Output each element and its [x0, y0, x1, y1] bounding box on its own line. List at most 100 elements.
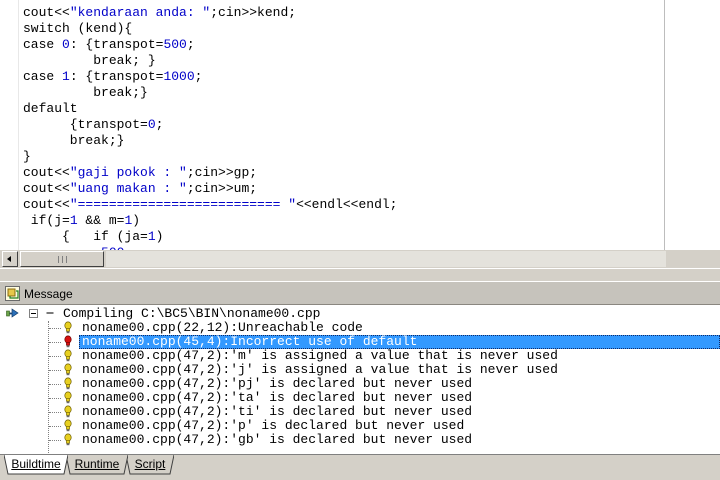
message-row[interactable]: noname00.cpp(47,2):'p' is declared but n…	[0, 419, 720, 433]
code-token: "uang makan : "	[69, 181, 187, 196]
source-code[interactable]: cout<<"kendaraan anda: ";cin>>kend; switc…	[23, 5, 397, 250]
message-row[interactable]: noname00.cpp(47,2):'ta' is declared but …	[0, 391, 720, 405]
code-token: )	[155, 229, 164, 244]
code-token: if(j=	[23, 213, 70, 228]
tree-branch-line	[49, 328, 61, 329]
tree-branch-line	[49, 370, 61, 371]
message-text: noname00.cpp(22,12):Unreachable code	[82, 320, 363, 335]
code-token: : {transpot=	[69, 37, 164, 52]
code-line[interactable]: cout<<"uang makan : ";cin>>um;	[23, 181, 397, 197]
message-row[interactable]: noname00.cpp(47,2):'pj' is declared but …	[0, 377, 720, 391]
tab-script[interactable]: Script	[126, 455, 174, 475]
code-line[interactable]: case 1: {transpot=1000;	[23, 69, 397, 85]
code-token: default	[23, 101, 78, 116]
panel-splitter[interactable]	[0, 268, 720, 281]
code-token: ;	[155, 117, 164, 132]
warning-bulb-icon	[64, 349, 72, 362]
code-token: case	[23, 37, 63, 52]
code-token: ;	[186, 37, 195, 52]
code-token: "========================== "	[69, 197, 297, 212]
message-text: noname00.cpp(47,2):'p' is declared but n…	[82, 418, 465, 433]
message-tabs: Buildtime Runtime Script	[0, 454, 720, 480]
code-token: 0	[147, 117, 156, 132]
code-line[interactable]: { if (ja=1)	[23, 229, 397, 245]
scrollbar-grip-icon	[58, 256, 67, 263]
message-row[interactable]: noname00.cpp(47,2):'ti' is declared but …	[0, 405, 720, 419]
warning-bulb-icon	[64, 405, 72, 418]
warning-bulb-icon	[64, 433, 72, 446]
tree-branch-line	[49, 356, 61, 357]
tab-label: Script	[134, 457, 166, 471]
code-editor[interactable]: cout<<"kendaraan anda: ";cin>>kend; switc…	[0, 0, 720, 268]
code-line[interactable]: cout<<"kendaraan anda: ";cin>>kend;	[23, 5, 397, 21]
message-text: noname00.cpp(47,2):'pj' is declared but …	[82, 376, 473, 391]
message-row[interactable]: noname00.cpp(47,2):'m' is assigned a val…	[0, 349, 720, 363]
tree-branch-line	[49, 412, 61, 413]
code-token: <<endl<<endl;	[296, 197, 398, 212]
code-token: 0	[62, 37, 70, 52]
scrollbar-thumb[interactable]	[20, 251, 104, 267]
collapse-box-icon[interactable]	[29, 309, 38, 318]
message-row[interactable]: noname00.cpp(47,2):'j' is assigned a val…	[0, 363, 720, 377]
horizontal-scrollbar[interactable]	[0, 250, 720, 268]
code-line[interactable]: }	[23, 149, 397, 165]
code-line[interactable]: break;}	[23, 133, 397, 149]
message-text: noname00.cpp(45,4):Incorrect use of defa…	[82, 334, 418, 349]
code-token: switch (kend){	[23, 21, 133, 36]
code-token: "kendaraan anda: "	[69, 5, 211, 20]
message-text: noname00.cpp(47,2):'ti' is declared but …	[82, 404, 473, 419]
editor-right-area[interactable]	[665, 0, 720, 250]
scroll-left-arrow-icon[interactable]	[2, 251, 18, 267]
message-text: noname00.cpp(47,2):'m' is assigned a val…	[82, 348, 558, 363]
tree-branch-line	[49, 398, 61, 399]
tab-runtime[interactable]: Runtime	[66, 455, 128, 475]
message-row[interactable]: noname00.cpp(45,4):Incorrect use of defa…	[0, 335, 720, 349]
code-line[interactable]: cout<<"gaji pokok : ";cin>>gp;	[23, 165, 397, 181]
warning-bulb-icon	[64, 391, 72, 404]
code-token: }	[23, 149, 31, 164]
tree-branch-line	[49, 384, 61, 385]
tab-buildtime[interactable]: Buildtime	[4, 455, 68, 475]
code-token: cout<<	[23, 165, 70, 180]
code-token: { if (ja=	[23, 229, 148, 244]
code-token: 1	[62, 69, 70, 84]
code-line[interactable]: {transpot=0;	[23, 117, 397, 133]
message-panel-icon	[5, 286, 20, 301]
tree-root-row[interactable]: Compiling C:\BC5\BIN\noname00.cpp	[0, 307, 720, 321]
code-token: : {transpot=	[69, 69, 164, 84]
code-line[interactable]: cout<<"========================== "<<end…	[23, 197, 397, 213]
code-token: 500	[163, 37, 187, 52]
code-line[interactable]: case 0: {transpot=500;	[23, 37, 397, 53]
code-token: 1000	[163, 69, 195, 84]
code-token: break;}	[23, 133, 125, 148]
message-panel-title: Message	[24, 287, 73, 301]
code-token: break;}	[23, 85, 148, 100]
code-token: ;cin>>kend;	[210, 5, 297, 20]
code-line[interactable]: break; }	[23, 53, 397, 69]
code-line[interactable]: default	[23, 101, 397, 117]
code-token: )	[132, 213, 141, 228]
code-line[interactable]: break;}	[23, 85, 397, 101]
code-line[interactable]: if(j=1 && m=1)	[23, 213, 397, 229]
message-row[interactable]: noname00.cpp(47,2):'gb' is declared but …	[0, 433, 720, 447]
tree-root-label: Compiling C:\BC5\BIN\noname00.cpp	[63, 306, 321, 321]
code-token: cout<<	[23, 197, 70, 212]
message-list[interactable]: Compiling C:\BC5\BIN\noname00.cpp noname…	[0, 305, 720, 454]
code-token: ;cin>>um;	[186, 181, 258, 196]
document-mini-icon	[46, 312, 54, 314]
message-row[interactable]: noname00.cpp(22,12):Unreachable code	[0, 321, 720, 335]
tab-label: Buildtime	[11, 457, 61, 471]
code-line[interactable]: switch (kend){	[23, 21, 397, 37]
code-token: cout<<	[23, 181, 70, 196]
tab-label: Runtime	[74, 457, 120, 471]
message-panel-header: Message	[0, 281, 720, 305]
code-token: ;	[194, 69, 203, 84]
editor-text-area[interactable]: cout<<"kendaraan anda: ";cin>>kend; switc…	[19, 0, 664, 250]
tree-branch-line	[49, 440, 61, 441]
code-token: "gaji pokok : "	[69, 165, 187, 180]
message-text: noname00.cpp(47,2):'gb' is declared but …	[82, 432, 473, 447]
code-token: ;cin>>gp;	[186, 165, 258, 180]
code-token: {transpot=	[23, 117, 148, 132]
editor-gutter	[0, 0, 19, 250]
scrollbar-track[interactable]	[106, 251, 666, 267]
